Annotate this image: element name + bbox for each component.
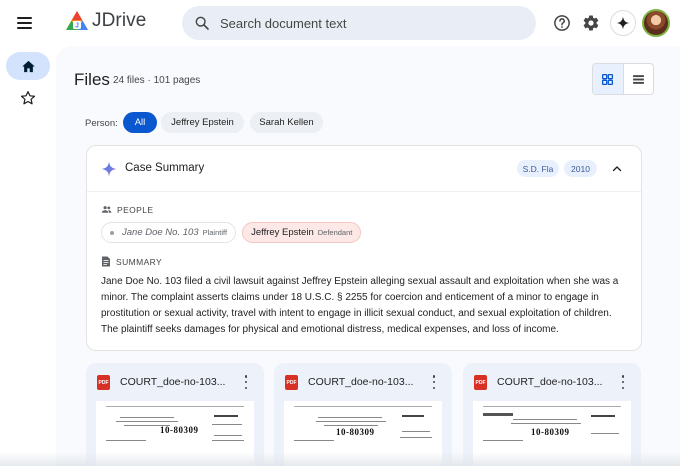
document-name: COURT_doe-no-103... (308, 376, 414, 388)
app-name: JDrive (92, 10, 147, 31)
rail-starred-button[interactable] (18, 88, 38, 108)
view-toggle (592, 63, 654, 95)
thumb-case-number: 10-80309 (160, 425, 199, 435)
thumb-stamp (402, 415, 424, 417)
filter-chip-jeffrey-epstein[interactable]: Jeffrey Epstein (161, 112, 244, 133)
thumb-stamp (214, 415, 238, 417)
thumb-text-line (402, 431, 430, 432)
document-card[interactable]: PDF COURT_doe-no-103... 10-80309 (274, 363, 452, 466)
case-summary-header[interactable]: Case Summary S.D. Fla 2010 (87, 146, 641, 192)
thumb-text-line (400, 437, 432, 438)
thumb-stamp (483, 413, 513, 416)
person-role: Defendant (317, 228, 353, 237)
gear-icon[interactable] (580, 12, 602, 34)
rail-home-button[interactable] (6, 52, 50, 80)
thumb-header-line (294, 406, 432, 407)
grid-icon (602, 73, 614, 85)
person-chip-plaintiff[interactable]: Jane Doe No. 103 Plaintiff (101, 222, 237, 243)
thumb-text-line (591, 433, 619, 434)
case-summary-text: Jane Doe No. 103 filed a civil lawsuit a… (101, 276, 619, 335)
document-icon (102, 256, 110, 267)
thumb-text-line (214, 435, 242, 436)
document-card-header: PDF COURT_doe-no-103... (86, 363, 264, 399)
thumb-text-line (120, 417, 174, 418)
people-section-label: PEOPLE (101, 204, 153, 215)
pdf-icon: PDF (97, 375, 110, 390)
chevron-up-icon (612, 166, 622, 172)
people-list: Jane Doe No. 103 Plaintiff Jeffrey Epste… (101, 222, 362, 243)
document-name: COURT_doe-no-103... (497, 376, 603, 388)
top-bar: J JDrive (0, 0, 680, 46)
thumb-case-number: 10-80309 (336, 427, 375, 437)
filter-chip-all[interactable]: All (123, 112, 157, 133)
search-bar[interactable] (182, 6, 536, 40)
jdrive-logo: J (66, 11, 88, 30)
person-role: Plaintiff (202, 228, 228, 237)
thumb-header-line (106, 406, 244, 407)
page-meta: 24 files · 101 pages (113, 75, 201, 86)
document-card[interactable]: PDF COURT_doe-no-103... 10-80309 (463, 363, 641, 466)
thumb-text-line (106, 440, 146, 441)
filter-chip-sarah-kellen[interactable]: Sarah Kellen (250, 112, 323, 133)
more-options-icon[interactable] (619, 375, 627, 389)
person-dot (110, 230, 114, 235)
thumb-case-number: 10-80309 (531, 427, 570, 437)
thumb-text-line (318, 417, 382, 418)
document-name: COURT_doe-no-103... (120, 376, 226, 388)
collapse-button[interactable] (608, 160, 626, 178)
thumb-stamp (591, 415, 615, 417)
thumb-text-line (513, 419, 577, 420)
case-summary-title: Case Summary (125, 162, 205, 174)
sparkle-icon[interactable] (610, 10, 636, 36)
document-card-header: PDF COURT_doe-no-103... (463, 363, 641, 399)
more-options-icon[interactable] (430, 375, 438, 389)
home-icon (21, 60, 35, 72)
avatar[interactable] (642, 9, 670, 37)
svg-text:J: J (75, 23, 79, 30)
summary-label-text: SUMMARY (116, 256, 163, 267)
page-title: Files (74, 70, 110, 89)
person-name: Jane Doe No. 103 (122, 227, 199, 238)
list-icon (632, 74, 644, 84)
thumb-text-line (324, 425, 378, 426)
search-icon (195, 16, 209, 30)
person-chip-defendant[interactable]: Jeffrey Epstein Defendant (242, 222, 362, 243)
summary-section-label: SUMMARY (101, 256, 162, 267)
search-input[interactable] (220, 15, 500, 31)
thumb-text-line (483, 440, 523, 441)
document-card-header: PDF COURT_doe-no-103... (274, 363, 452, 399)
thumb-header-line (483, 406, 621, 407)
thumb-text-line (212, 440, 244, 441)
thumb-text-line (511, 423, 581, 424)
list-view-button[interactable] (624, 64, 654, 94)
help-icon[interactable] (551, 12, 573, 34)
grid-view-button[interactable] (593, 64, 624, 94)
year-tag: 2010 (564, 160, 597, 177)
thumb-text-line (294, 440, 334, 441)
people-label-text: PEOPLE (117, 204, 154, 215)
pdf-icon: PDF (285, 375, 298, 390)
document-card[interactable]: PDF COURT_doe-no-103... 10-80309 (86, 363, 264, 466)
thumb-text-line (316, 421, 386, 422)
star-icon (20, 91, 36, 105)
people-icon (101, 206, 112, 213)
more-options-icon[interactable] (242, 375, 250, 389)
person-filter-label: Person: (85, 118, 118, 129)
thumb-text-line (116, 421, 178, 422)
person-name: Jeffrey Epstein (251, 227, 314, 238)
bottom-fade (0, 452, 680, 466)
sparkle-icon (101, 161, 117, 177)
thumb-text-line (212, 424, 242, 425)
pdf-icon: PDF (474, 375, 487, 390)
case-summary-card: Case Summary S.D. Fla 2010 PEOPLE Jane D… (86, 145, 642, 351)
menu-icon[interactable] (14, 12, 36, 34)
court-tag: S.D. Fla (517, 160, 559, 177)
